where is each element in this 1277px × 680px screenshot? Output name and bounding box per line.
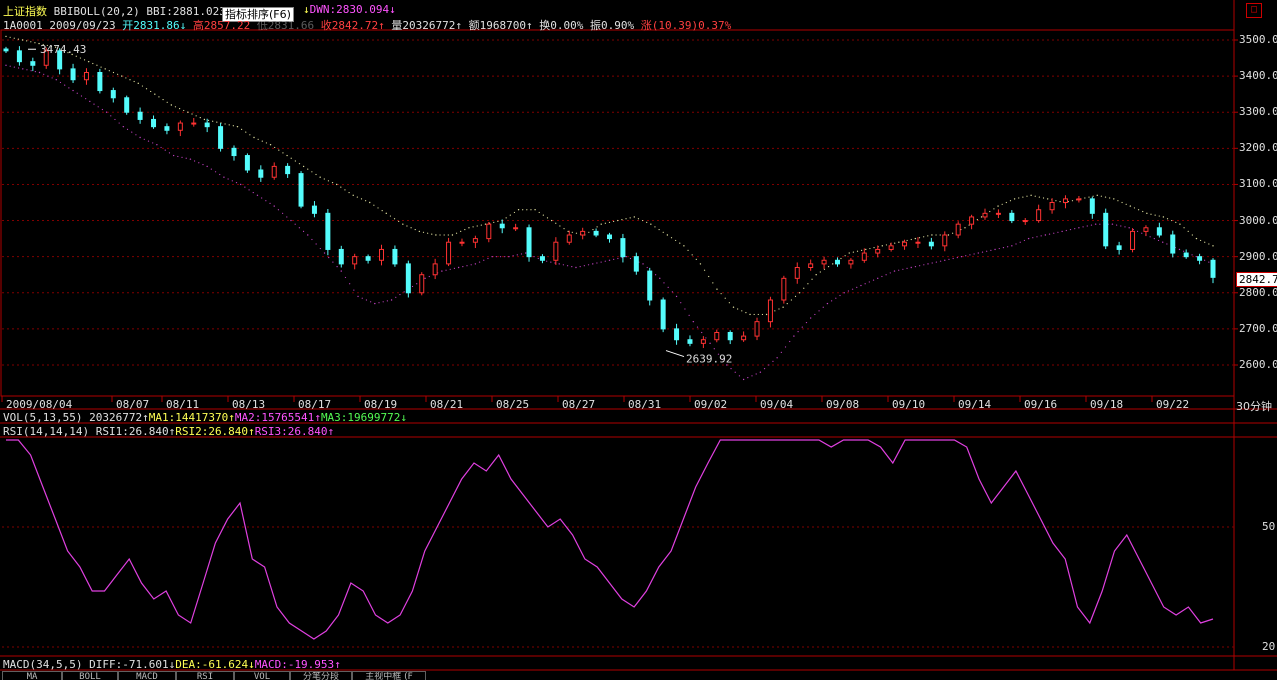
macd-value: MACD:-19.953 <box>254 658 335 671</box>
macd-dea: DEA:-61.624 <box>175 658 249 671</box>
rsi-tick-label: 20 <box>1262 640 1276 653</box>
macd-dea-arrow: ↓ <box>248 658 255 671</box>
macd-indicator-line: MACD(34,5,5) DIFF:-71.601↓DEA:-61.624↓MA… <box>3 658 341 671</box>
rsi-chart[interactable] <box>0 0 1277 679</box>
indicator-tabs: MA BOLL MACD RSI VOL 分笔分段 主视中框 (F <box>0 671 1277 680</box>
macd-diff: DIFF:-71.601 <box>89 658 169 671</box>
macd-label[interactable]: MACD(34,5,5) <box>3 658 82 671</box>
macd-arrow: ↑ <box>334 658 341 671</box>
rsi1-line <box>6 439 1214 640</box>
rsi-tick-label: 50 <box>1262 520 1276 533</box>
